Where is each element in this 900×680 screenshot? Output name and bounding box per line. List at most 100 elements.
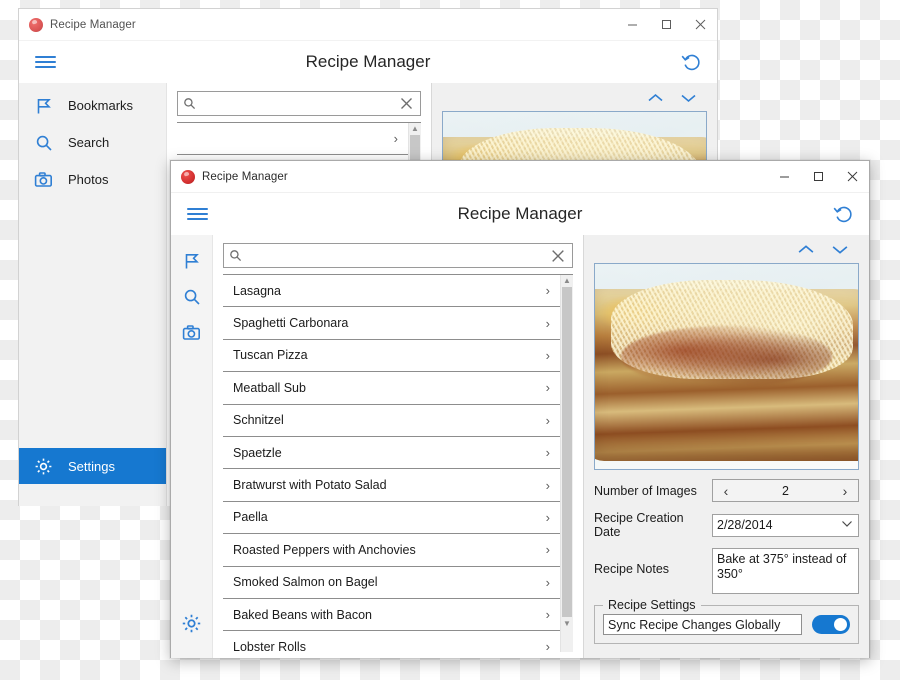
list-item[interactable]: Spaghetti Carbonara › <box>223 307 560 340</box>
search-box-background-window[interactable] <box>177 91 421 116</box>
list-item[interactable]: Baked Beans with Bacon › <box>223 598 560 632</box>
sidebar-item-photos[interactable]: Photos <box>19 161 166 198</box>
chevron-right-icon: › <box>545 445 550 461</box>
chevron-right-icon: › <box>545 574 550 590</box>
list-item[interactable]: Lobster Rolls › <box>223 631 560 652</box>
minimize-button[interactable] <box>615 9 649 40</box>
list-item-label: Smoked Salmon on Bagel <box>233 575 378 590</box>
sync-setting-row: Sync Recipe Changes Globally <box>603 614 850 635</box>
scrollbar-thumb[interactable] <box>562 287 572 617</box>
field-label-creation-date: Recipe Creation Date <box>594 511 684 539</box>
recipe-notes-textarea[interactable]: Bake at 375° instead of 350° <box>712 548 859 594</box>
list-item[interactable]: Meatball Sub › <box>223 372 560 405</box>
rail-item-photos[interactable] <box>176 317 208 353</box>
chevron-right-icon: › <box>545 315 550 331</box>
chevron-right-icon: › <box>545 347 550 363</box>
image-nav <box>594 241 859 263</box>
flag-icon <box>183 252 201 275</box>
close-button[interactable] <box>683 9 717 40</box>
recipe-settings-group: Recipe Settings Sync Recipe Changes Glob… <box>594 598 859 644</box>
sync-toggle[interactable] <box>812 615 850 634</box>
recipe-photo[interactable] <box>594 263 859 470</box>
app-header: Recipe Manager <box>171 193 869 235</box>
sidebar-label-settings: Settings <box>68 458 115 474</box>
list-item[interactable]: Bratwurst with Potato Salad › <box>223 469 560 502</box>
list-item-label: Lobster Rolls <box>233 639 306 652</box>
minimize-button[interactable] <box>767 161 801 192</box>
number-of-images-value: 2 <box>782 483 789 498</box>
app-icon <box>181 169 195 184</box>
maximize-button[interactable] <box>649 9 683 40</box>
maximize-button[interactable] <box>801 161 835 192</box>
field-creation-date: Recipe Creation Date 2/28/2014 <box>594 511 859 539</box>
sidebar-item-settings[interactable]: Settings <box>19 448 166 484</box>
sync-label-textbox[interactable]: Sync Recipe Changes Globally <box>603 614 802 635</box>
list-item[interactable]: Smoked Salmon on Bagel › <box>223 566 560 599</box>
list-item[interactable]: Paella › <box>223 501 560 535</box>
recipe-list-rows: Lasagna › Spaghetti Carbonara › Tuscan Pizza… <box>223 275 560 652</box>
refresh-icon[interactable] <box>831 201 857 227</box>
close-button[interactable] <box>835 161 869 192</box>
list-item[interactable]: › <box>177 123 408 156</box>
gear-icon <box>181 613 202 639</box>
list-item[interactable]: Tuscan Pizza › <box>223 339 560 373</box>
rail-item-search[interactable] <box>176 281 208 317</box>
search-icon <box>224 249 246 262</box>
chevron-up-icon[interactable] <box>797 243 815 261</box>
list-item[interactable]: Roasted Peppers with Anchovies › <box>223 534 560 567</box>
hamburger-icon[interactable] <box>171 193 223 235</box>
hamburger-icon[interactable] <box>19 41 71 83</box>
search-box[interactable] <box>223 243 573 268</box>
detail-pane: Number of Images ‹ 2 › Recipe Creation D… <box>583 235 869 658</box>
recipe-manager-window-active[interactable]: Recipe Manager Recipe Manager Lasagna › … <box>170 160 870 658</box>
recipe-settings-title: Recipe Settings <box>603 598 701 612</box>
field-label-number-of-images: Number of Images <box>594 483 697 498</box>
chevron-right-icon: › <box>545 283 550 299</box>
stepper-next-button[interactable]: › <box>832 484 858 498</box>
sidebar-label-photos: Photos <box>68 172 109 187</box>
image-nav-background-window <box>442 89 707 111</box>
list-scrollbar[interactable]: ▲ ▼ <box>560 275 573 652</box>
window-title: Recipe Manager <box>202 170 288 183</box>
search-icon <box>33 132 54 153</box>
list-item[interactable]: Spaetzle › <box>223 436 560 470</box>
search-input[interactable] <box>200 96 392 111</box>
clear-icon[interactable] <box>544 248 572 264</box>
recipe-list: Lasagna › Spaghetti Carbonara › Tuscan Pizza… <box>223 274 573 652</box>
chevron-down-icon[interactable] <box>836 520 858 531</box>
chevron-right-icon: › <box>545 542 550 558</box>
chevron-down-icon[interactable] <box>680 91 697 109</box>
stepper-prev-button[interactable]: ‹ <box>713 484 739 498</box>
refresh-icon[interactable] <box>679 49 705 75</box>
chevron-down-icon[interactable] <box>831 243 849 261</box>
creation-date-value: 2/28/2014 <box>717 518 773 532</box>
chevron-right-icon: › <box>545 380 550 396</box>
sidebar-label-bookmarks: Bookmarks <box>68 98 134 113</box>
list-item[interactable]: Lasagna › <box>223 275 560 308</box>
camera-icon <box>182 324 201 347</box>
gear-icon <box>33 456 54 477</box>
list-item-label: Baked Beans with Bacon <box>233 607 372 622</box>
number-of-images-stepper[interactable]: ‹ 2 › <box>712 479 859 502</box>
sidebar-item-bookmarks[interactable]: Bookmarks <box>19 87 166 124</box>
list-pane: Lasagna › Spaghetti Carbonara › Tuscan Pizza… <box>213 235 583 658</box>
rail-item-bookmarks[interactable] <box>176 245 208 281</box>
list-item-label: Schnitzel <box>233 413 284 428</box>
titlebar-active-window[interactable]: Recipe Manager <box>171 161 869 193</box>
titlebar-background-window[interactable]: Recipe Manager <box>19 9 717 41</box>
sidebar-item-search[interactable]: Search <box>19 124 166 161</box>
list-item[interactable]: Schnitzel › <box>223 404 560 437</box>
chevron-right-icon: › <box>545 509 550 525</box>
scroll-down-icon[interactable]: ▼ <box>563 618 571 629</box>
scroll-up-icon[interactable]: ▲ <box>411 123 419 134</box>
creation-date-select[interactable]: 2/28/2014 <box>712 513 859 537</box>
chevron-right-icon: › <box>545 412 550 428</box>
app-header-background-window: Recipe Manager <box>19 41 717 83</box>
chevron-up-icon[interactable] <box>647 91 664 109</box>
scroll-up-icon[interactable]: ▲ <box>563 275 571 286</box>
search-icon <box>183 288 201 311</box>
search-input[interactable] <box>246 248 544 263</box>
rail-item-settings[interactable] <box>176 608 208 644</box>
clear-icon[interactable] <box>392 96 420 111</box>
list-item-label: Spaghetti Carbonara <box>233 316 349 331</box>
